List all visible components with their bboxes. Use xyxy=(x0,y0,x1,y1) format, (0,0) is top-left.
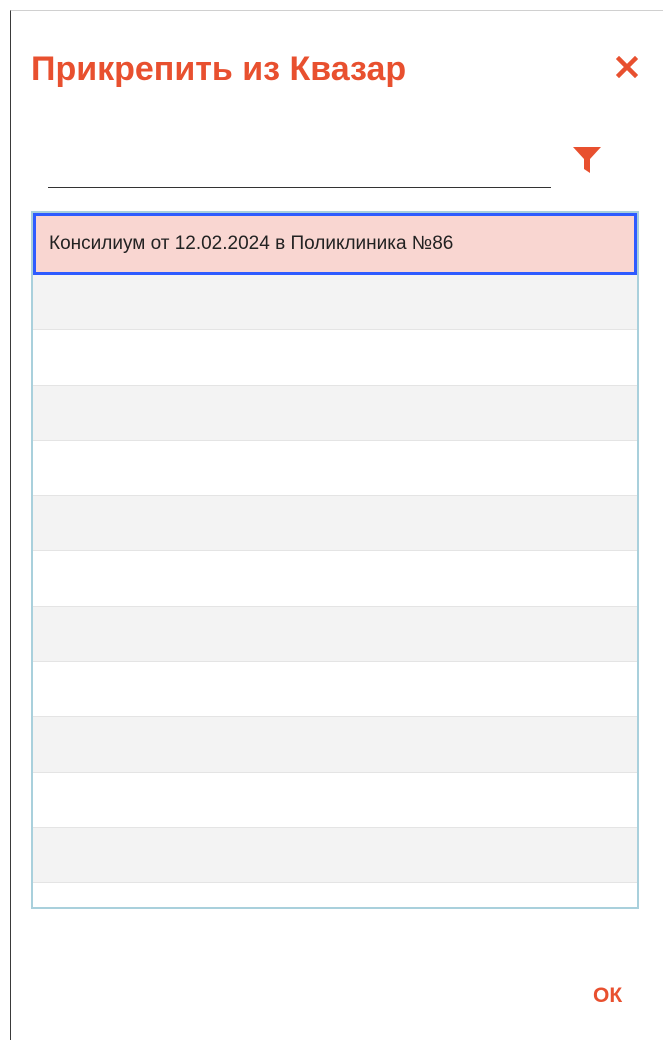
filter-button[interactable] xyxy=(570,145,604,179)
list-item[interactable] xyxy=(33,606,637,663)
filter-icon xyxy=(572,146,602,179)
list-item[interactable] xyxy=(33,717,637,773)
list-item[interactable] xyxy=(33,827,637,884)
list-item[interactable] xyxy=(33,772,637,828)
search-input[interactable] xyxy=(48,143,551,187)
close-button[interactable] xyxy=(611,53,643,85)
attach-dialog: Прикрепить из Квазар Консилиум от 12.02.… xyxy=(10,10,663,1040)
list-item[interactable] xyxy=(33,275,637,331)
list-item-label: Консилиум от 12.02.2024 в Поликлиника №8… xyxy=(49,233,454,254)
dialog-title: Прикрепить из Квазар xyxy=(31,50,407,88)
list-item-selected[interactable]: Консилиум от 12.02.2024 в Поликлиника №8… xyxy=(33,213,637,275)
list-item[interactable] xyxy=(33,440,637,497)
list-item[interactable] xyxy=(33,330,637,386)
list-item[interactable] xyxy=(33,662,637,718)
close-icon xyxy=(615,55,639,83)
ok-button[interactable]: ОК xyxy=(593,983,622,1009)
list-item[interactable] xyxy=(33,551,637,607)
search-field-wrapper xyxy=(48,143,551,188)
list-item[interactable] xyxy=(33,385,637,441)
document-list[interactable]: Консилиум от 12.02.2024 в Поликлиника №8… xyxy=(31,211,639,909)
list-item[interactable] xyxy=(33,496,637,552)
